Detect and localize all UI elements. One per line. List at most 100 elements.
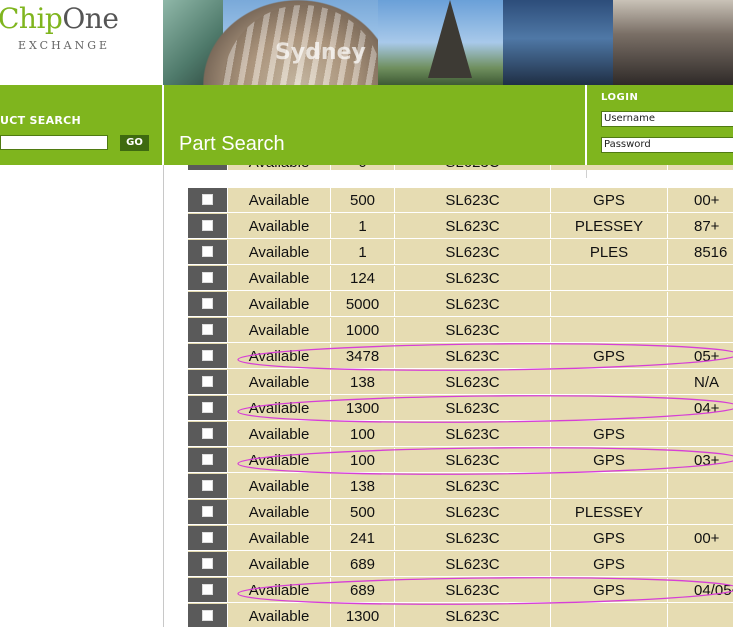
quantity-cell: 124 <box>331 266 395 291</box>
row-select-cell <box>188 292 228 317</box>
quantity-cell: 1 <box>331 214 395 239</box>
part-number-cell: SL623C <box>395 188 551 213</box>
date-code-cell: 00+ <box>668 188 733 213</box>
date-code-cell <box>668 318 733 343</box>
date-code-cell <box>668 165 733 170</box>
row-select-cell <box>188 448 228 473</box>
status-cell: Available <box>228 552 331 577</box>
page-title: Part Search <box>179 133 285 155</box>
manufacturer-cell <box>551 266 668 291</box>
row-checkbox[interactable] <box>202 376 213 387</box>
date-code-cell <box>668 474 733 499</box>
row-select-cell <box>188 240 228 265</box>
part-number-cell: SL623C <box>395 448 551 473</box>
status-cell: Available <box>228 526 331 551</box>
manufacturer-cell: GPS <box>551 422 668 447</box>
username-field[interactable]: Username <box>601 111 733 127</box>
status-cell: Available <box>228 396 331 421</box>
status-cell: Available <box>228 422 331 447</box>
status-cell: Available <box>228 292 331 317</box>
manufacturer-cell <box>551 165 668 170</box>
status-cell: Available <box>228 500 331 525</box>
table-row: Available 1300 SL623C <box>188 604 733 627</box>
row-checkbox[interactable] <box>202 454 213 465</box>
row-checkbox[interactable] <box>202 480 213 491</box>
status-cell: Available <box>228 266 331 291</box>
row-select-cell <box>188 422 228 447</box>
product-search-label: UCT SEARCH <box>0 114 82 127</box>
table-row: Available 5000 SL623C <box>188 292 733 318</box>
go-button[interactable]: GO <box>120 135 149 151</box>
part-number-cell: SL623C <box>395 370 551 395</box>
row-checkbox[interactable] <box>202 298 213 309</box>
part-number-cell: SL623C <box>395 526 551 551</box>
date-code-cell: N/A <box>668 370 733 395</box>
date-code-cell <box>668 604 733 627</box>
banner-city-skyline <box>503 0 613 85</box>
table-row: Available 241 SL623C GPS 00+ <box>188 526 733 552</box>
row-checkbox[interactable] <box>202 558 213 569</box>
row-select-cell <box>188 188 228 213</box>
row-checkbox[interactable] <box>202 194 213 205</box>
table-row: Available 138 SL623C N/A <box>188 370 733 396</box>
product-search-input[interactable] <box>0 135 108 150</box>
table-row: Available 500 SL623C PLESSEY <box>188 500 733 526</box>
part-number-cell: SL623C <box>395 266 551 291</box>
row-select-cell <box>188 396 228 421</box>
row-select-cell <box>188 500 228 525</box>
quantity-cell: 0 <box>331 165 395 170</box>
left-column-divider <box>163 165 164 627</box>
quantity-cell: 1300 <box>331 396 395 421</box>
part-number-cell: SL623C <box>395 604 551 627</box>
part-number-cell: SL623C <box>395 214 551 239</box>
row-checkbox[interactable] <box>202 506 213 517</box>
table-row: Available 1 SL623C PLES 8516 <box>188 240 733 266</box>
manufacturer-cell: GPS <box>551 526 668 551</box>
date-code-cell: 05+ <box>668 344 733 369</box>
row-select-cell <box>188 474 228 499</box>
date-code-cell: 04+ <box>668 396 733 421</box>
status-cell: Available <box>228 188 331 213</box>
row-checkbox[interactable] <box>202 402 213 413</box>
row-checkbox[interactable] <box>202 584 213 595</box>
row-select-cell <box>188 165 228 170</box>
manufacturer-cell <box>551 474 668 499</box>
table-row: Available 124 SL623C <box>188 266 733 292</box>
quantity-cell: 3478 <box>331 344 395 369</box>
status-cell: Available <box>228 318 331 343</box>
date-code-cell: 04/05+ <box>668 578 733 603</box>
row-select-cell <box>188 604 228 627</box>
quantity-cell: 1000 <box>331 318 395 343</box>
quantity-cell: 100 <box>331 422 395 447</box>
part-number-cell: SL623C <box>395 292 551 317</box>
login-label: LOGIN <box>601 92 639 103</box>
quantity-cell: 500 <box>331 188 395 213</box>
table-row: Available689SL623CGPS04/05+ <box>188 578 733 604</box>
manufacturer-cell: PLESSEY <box>551 500 668 525</box>
row-checkbox[interactable] <box>202 220 213 231</box>
row-select-cell <box>188 266 228 291</box>
row-checkbox[interactable] <box>202 532 213 543</box>
password-field[interactable]: Password <box>601 137 733 153</box>
header-banner-image: Sydney <box>163 0 733 85</box>
row-checkbox[interactable] <box>202 428 213 439</box>
part-number-cell: SL623C <box>395 422 551 447</box>
table-row: Available 138 SL623C <box>188 474 733 500</box>
part-number-cell: SL623C <box>395 344 551 369</box>
row-checkbox[interactable] <box>202 272 213 283</box>
quantity-cell: 1300 <box>331 604 395 627</box>
row-select-cell <box>188 552 228 577</box>
row-checkbox[interactable] <box>202 246 213 257</box>
manufacturer-cell <box>551 396 668 421</box>
part-number-cell: SL623C <box>395 474 551 499</box>
row-checkbox[interactable] <box>202 610 213 621</box>
part-number-cell: SL623C <box>395 318 551 343</box>
site-logo[interactable]: ChipOne EXCHANGE <box>0 0 163 85</box>
table-row: Available 1 SL623C PLESSEY 87+ <box>188 214 733 240</box>
product-search-panel: UCT SEARCH GO <box>0 85 162 165</box>
row-checkbox[interactable] <box>202 350 213 361</box>
table-row: Available 1000 SL623C <box>188 318 733 344</box>
quantity-cell: 138 <box>331 474 395 499</box>
row-checkbox[interactable] <box>202 324 213 335</box>
row-select-cell <box>188 344 228 369</box>
